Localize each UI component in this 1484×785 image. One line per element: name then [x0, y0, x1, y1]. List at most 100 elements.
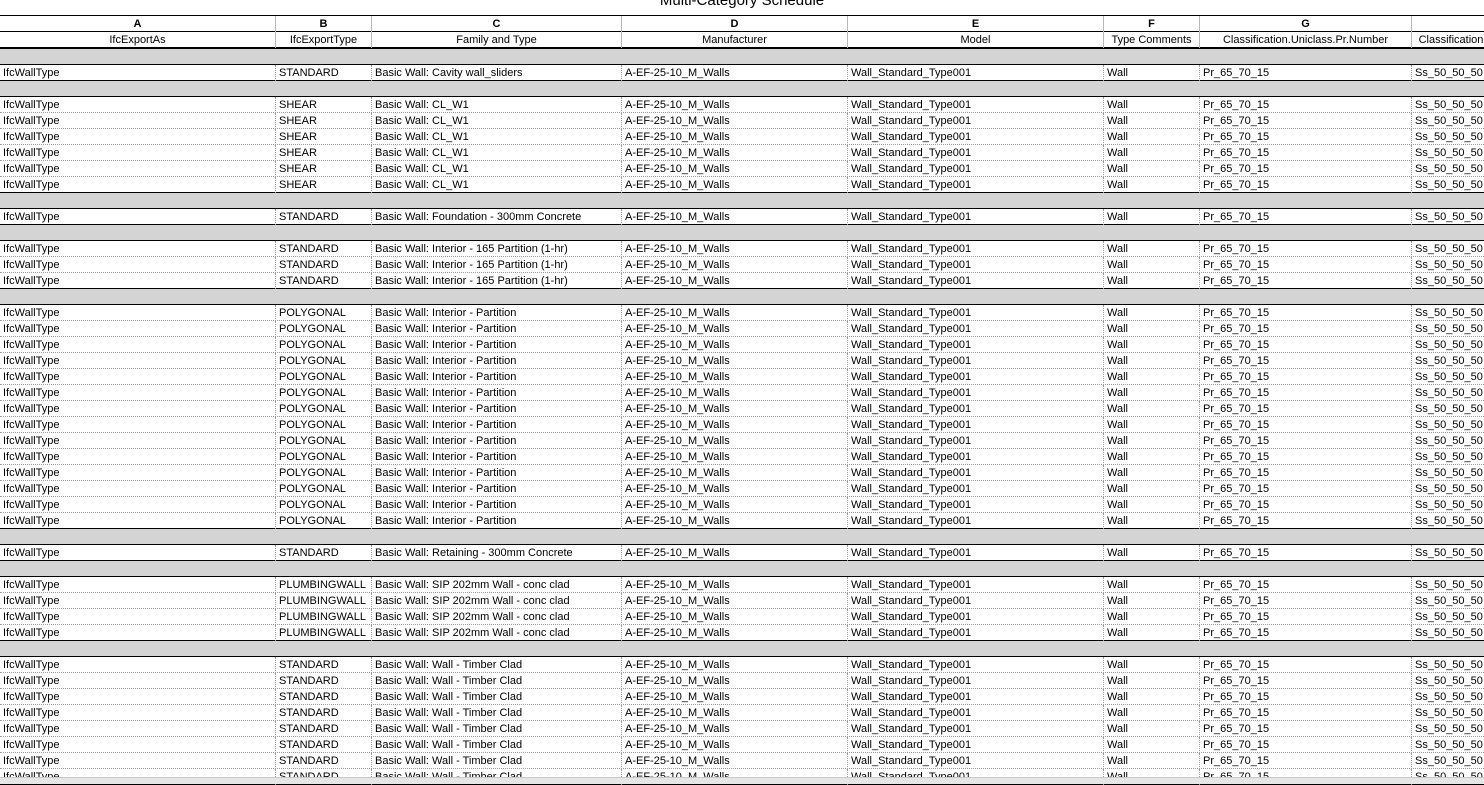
table-cell-d[interactable]: A-EF-25-10_M_Walls: [622, 625, 848, 641]
table-cell-g[interactable]: Pr_65_70_15: [1200, 481, 1412, 497]
table-cell-e[interactable]: Wall_Standard_Type001: [848, 97, 1104, 113]
table-cell-f[interactable]: Wall: [1104, 145, 1200, 161]
table-cell-d[interactable]: A-EF-25-10_M_Walls: [622, 353, 848, 369]
table-cell-e[interactable]: Wall_Standard_Type001: [848, 449, 1104, 465]
table-cell-e[interactable]: Wall_Standard_Type001: [848, 513, 1104, 529]
table-cell-g[interactable]: Pr_65_70_15: [1200, 625, 1412, 641]
table-cell-g[interactable]: Pr_65_70_15: [1200, 609, 1412, 625]
table-cell-a[interactable]: IfcWallType: [0, 257, 276, 273]
table-cell-e[interactable]: Wall_Standard_Type001: [848, 721, 1104, 737]
table-cell-h[interactable]: Ss_50_50_50: [1412, 513, 1484, 529]
table-cell-a[interactable]: IfcWallType: [0, 673, 276, 689]
table-cell-g[interactable]: Pr_65_70_15: [1200, 545, 1412, 561]
table-cell-d[interactable]: A-EF-25-10_M_Walls: [622, 337, 848, 353]
table-cell-h[interactable]: Ss_50_50_50: [1412, 625, 1484, 641]
table-cell-e[interactable]: Wall_Standard_Type001: [848, 673, 1104, 689]
table-cell-h[interactable]: Ss_50_50_50: [1412, 753, 1484, 769]
table-cell-a[interactable]: IfcWallType: [0, 657, 276, 673]
table-cell-c[interactable]: Basic Wall: Interior - Partition: [372, 321, 622, 337]
table-cell-e[interactable]: Wall_Standard_Type001: [848, 177, 1104, 193]
table-cell-a[interactable]: IfcWallType: [0, 625, 276, 641]
table-cell-c[interactable]: Basic Wall: Interior - Partition: [372, 353, 622, 369]
table-cell-a[interactable]: IfcWallType: [0, 241, 276, 257]
table-cell-a[interactable]: IfcWallType: [0, 593, 276, 609]
table-cell-h[interactable]: Ss_50_50_50: [1412, 273, 1484, 289]
table-cell-b[interactable]: SHEAR: [276, 113, 372, 129]
table-cell-d[interactable]: A-EF-25-10_M_Walls: [622, 209, 848, 225]
table-cell-d[interactable]: A-EF-25-10_M_Walls: [622, 449, 848, 465]
table-cell-a[interactable]: IfcWallType: [0, 577, 276, 593]
table-cell-c[interactable]: Basic Wall: Wall - Timber Clad: [372, 689, 622, 705]
table-cell-d[interactable]: A-EF-25-10_M_Walls: [622, 721, 848, 737]
table-cell-h[interactable]: Ss_50_50_50: [1412, 385, 1484, 401]
table-cell-g[interactable]: Pr_65_70_15: [1200, 385, 1412, 401]
table-cell-h[interactable]: Ss_50_50_50: [1412, 65, 1484, 81]
table-cell-a[interactable]: IfcWallType: [0, 145, 276, 161]
table-cell-a[interactable]: IfcWallType: [0, 449, 276, 465]
table-cell-a[interactable]: IfcWallType: [0, 97, 276, 113]
table-cell-g[interactable]: Pr_65_70_15: [1200, 673, 1412, 689]
table-cell-f[interactable]: Wall: [1104, 657, 1200, 673]
table-cell-g[interactable]: Pr_65_70_15: [1200, 209, 1412, 225]
table-cell-c[interactable]: Basic Wall: Interior - Partition: [372, 433, 622, 449]
table-cell-b[interactable]: STANDARD: [276, 65, 372, 81]
table-cell-e[interactable]: Wall_Standard_Type001: [848, 545, 1104, 561]
table-cell-b[interactable]: PLUMBINGWALL: [276, 593, 372, 609]
table-cell-h[interactable]: Ss_50_50_50: [1412, 401, 1484, 417]
column-letter-e[interactable]: E: [848, 16, 1104, 32]
table-cell-c[interactable]: Basic Wall: Wall - Timber Clad: [372, 705, 622, 721]
table-cell-g[interactable]: Pr_65_70_15: [1200, 401, 1412, 417]
table-cell-f[interactable]: Wall: [1104, 113, 1200, 129]
table-cell-c[interactable]: Basic Wall: Interior - 165 Partition (1-…: [372, 241, 622, 257]
table-cell-b[interactable]: POLYGONAL: [276, 497, 372, 513]
table-cell-g[interactable]: Pr_65_70_15: [1200, 177, 1412, 193]
column-header-d[interactable]: Manufacturer: [622, 32, 848, 48]
table-cell-f[interactable]: Wall: [1104, 161, 1200, 177]
table-cell-a[interactable]: IfcWallType: [0, 753, 276, 769]
table-cell-e[interactable]: Wall_Standard_Type001: [848, 113, 1104, 129]
table-cell-f[interactable]: Wall: [1104, 513, 1200, 529]
table-cell-f[interactable]: Wall: [1104, 433, 1200, 449]
table-cell-g[interactable]: Pr_65_70_15: [1200, 273, 1412, 289]
table-cell-e[interactable]: Wall_Standard_Type001: [848, 65, 1104, 81]
table-cell-h[interactable]: Ss_50_50_50: [1412, 353, 1484, 369]
table-cell-f[interactable]: Wall: [1104, 321, 1200, 337]
table-cell-e[interactable]: Wall_Standard_Type001: [848, 689, 1104, 705]
table-cell-f[interactable]: Wall: [1104, 545, 1200, 561]
table-cell-f[interactable]: Wall: [1104, 497, 1200, 513]
table-cell-h[interactable]: Ss_50_50_50: [1412, 481, 1484, 497]
table-cell-g[interactable]: Pr_65_70_15: [1200, 497, 1412, 513]
table-cell-h[interactable]: Ss_50_50_50: [1412, 689, 1484, 705]
table-cell-f[interactable]: Wall: [1104, 593, 1200, 609]
table-cell-h[interactable]: Ss_50_50_50: [1412, 321, 1484, 337]
table-cell-h[interactable]: Ss_50_50_50: [1412, 737, 1484, 753]
table-cell-d[interactable]: A-EF-25-10_M_Walls: [622, 705, 848, 721]
table-cell-g[interactable]: Pr_65_70_15: [1200, 705, 1412, 721]
table-cell-f[interactable]: Wall: [1104, 577, 1200, 593]
table-cell-d[interactable]: A-EF-25-10_M_Walls: [622, 465, 848, 481]
table-cell-h[interactable]: Ss_50_50_50: [1412, 369, 1484, 385]
table-cell-g[interactable]: Pr_65_70_15: [1200, 753, 1412, 769]
table-cell-d[interactable]: A-EF-25-10_M_Walls: [622, 753, 848, 769]
table-cell-a[interactable]: IfcWallType: [0, 401, 276, 417]
table-cell-a[interactable]: IfcWallType: [0, 161, 276, 177]
table-cell-b[interactable]: POLYGONAL: [276, 385, 372, 401]
table-cell-b[interactable]: STANDARD: [276, 241, 372, 257]
table-cell-c[interactable]: Basic Wall: Wall - Timber Clad: [372, 657, 622, 673]
table-cell-b[interactable]: SHEAR: [276, 129, 372, 145]
table-cell-d[interactable]: A-EF-25-10_M_Walls: [622, 113, 848, 129]
table-cell-e[interactable]: Wall_Standard_Type001: [848, 577, 1104, 593]
table-cell-d[interactable]: A-EF-25-10_M_Walls: [622, 481, 848, 497]
table-cell-c[interactable]: Basic Wall: Interior - Partition: [372, 465, 622, 481]
table-cell-h[interactable]: Ss_50_50_50: [1412, 609, 1484, 625]
table-cell-c[interactable]: Basic Wall: CL_W1: [372, 129, 622, 145]
table-cell-e[interactable]: Wall_Standard_Type001: [848, 145, 1104, 161]
table-cell-h[interactable]: Ss_50_50_50: [1412, 305, 1484, 321]
table-cell-e[interactable]: Wall_Standard_Type001: [848, 433, 1104, 449]
table-cell-f[interactable]: Wall: [1104, 609, 1200, 625]
table-cell-c[interactable]: Basic Wall: Wall - Timber Clad: [372, 737, 622, 753]
table-cell-f[interactable]: Wall: [1104, 305, 1200, 321]
table-cell-f[interactable]: Wall: [1104, 385, 1200, 401]
table-cell-g[interactable]: Pr_65_70_15: [1200, 97, 1412, 113]
table-cell-f[interactable]: Wall: [1104, 177, 1200, 193]
